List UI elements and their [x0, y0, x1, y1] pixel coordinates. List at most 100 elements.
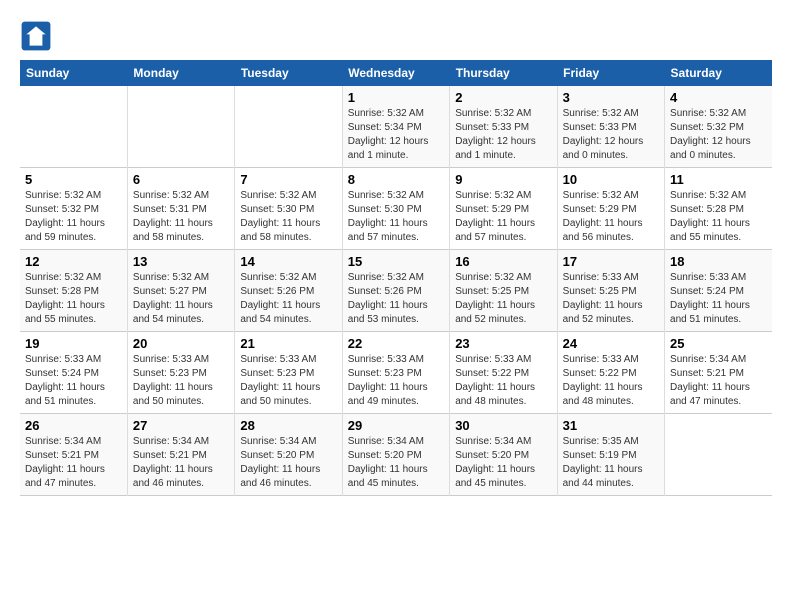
day-info: Sunrise: 5:32 AMSunset: 5:26 PMDaylight:… [240, 271, 336, 327]
weekday-saturday: Saturday [665, 60, 772, 86]
weekday-sunday: Sunday [20, 60, 127, 86]
day-number: 31 [563, 418, 659, 433]
weekday-monday: Monday [127, 60, 234, 86]
calendar-cell: 28 Sunrise: 5:34 AMSunset: 5:20 PMDayligh… [235, 414, 342, 496]
day-number: 13 [133, 254, 229, 269]
calendar-cell [235, 86, 342, 168]
day-number: 2 [455, 90, 551, 105]
day-number: 17 [563, 254, 659, 269]
calendar-cell: 7Sunrise: 5:32 AMSunset: 5:30 PMDaylight… [235, 168, 342, 250]
day-info: Sunrise: 5:32 AMSunset: 5:30 PMDaylight:… [348, 189, 444, 245]
day-number: 6 [133, 172, 229, 187]
calendar-cell: 30 Sunrise: 5:34 AMSunset: 5:20 PMDayligh… [450, 414, 557, 496]
calendar-cell [20, 86, 127, 168]
week-row-0: 1Sunrise: 5:32 AMSunset: 5:34 PMDaylight… [20, 86, 772, 168]
day-number: 5 [25, 172, 122, 187]
day-info: Sunrise: 5:32 AMSunset: 5:32 PMDaylight:… [670, 107, 767, 163]
day-info: Sunrise: 5:34 AMSunset: 5:20 PMDaylight:… [240, 435, 336, 491]
day-number: 4 [670, 90, 767, 105]
day-number: 25 [670, 336, 767, 351]
calendar-cell: 24Sunrise: 5:33 AMSunset: 5:22 PMDayligh… [557, 332, 664, 414]
day-info: Sunrise: 5:33 AMSunset: 5:23 PMDaylight:… [133, 353, 229, 409]
calendar-cell: 3 Sunrise: 5:32 AMSunset: 5:33 PMDaylight… [557, 86, 664, 168]
calendar-cell: 16 Sunrise: 5:32 AMSunset: 5:25 PMDayligh… [450, 250, 557, 332]
day-info: Sunrise: 5:32 AMSunset: 5:33 PMDaylight:… [563, 107, 659, 163]
calendar-cell: 23 Sunrise: 5:33 AMSunset: 5:22 PMDayligh… [450, 332, 557, 414]
day-number: 30 [455, 418, 551, 433]
week-row-1: 5 Sunrise: 5:32 AMSunset: 5:32 PMDaylight… [20, 168, 772, 250]
calendar-cell: 14 Sunrise: 5:32 AMSunset: 5:26 PMDayligh… [235, 250, 342, 332]
day-info: Sunrise: 5:32 AMSunset: 5:25 PMDaylight:… [455, 271, 551, 327]
calendar-cell: 6 Sunrise: 5:32 AMSunset: 5:31 PMDaylight… [127, 168, 234, 250]
calendar-cell [665, 414, 772, 496]
calendar-cell: 27Sunrise: 5:34 AMSunset: 5:21 PMDayligh… [127, 414, 234, 496]
day-number: 14 [240, 254, 336, 269]
day-info: Sunrise: 5:34 AMSunset: 5:20 PMDaylight:… [455, 435, 551, 491]
day-number: 1 [348, 90, 444, 105]
weekday-friday: Friday [557, 60, 664, 86]
day-number: 19 [25, 336, 122, 351]
day-number: 29 [348, 418, 444, 433]
day-number: 20 [133, 336, 229, 351]
day-info: Sunrise: 5:33 AMSunset: 5:25 PMDaylight:… [563, 271, 659, 327]
calendar-cell: 5 Sunrise: 5:32 AMSunset: 5:32 PMDaylight… [20, 168, 127, 250]
day-info: Sunrise: 5:33 AMSunset: 5:24 PMDaylight:… [25, 353, 122, 409]
week-row-4: 26Sunrise: 5:34 AMSunset: 5:21 PMDayligh… [20, 414, 772, 496]
day-number: 8 [348, 172, 444, 187]
calendar-cell: 9 Sunrise: 5:32 AMSunset: 5:29 PMDaylight… [450, 168, 557, 250]
calendar-cell: 4 Sunrise: 5:32 AMSunset: 5:32 PMDaylight… [665, 86, 772, 168]
day-info: Sunrise: 5:34 AMSunset: 5:20 PMDaylight:… [348, 435, 444, 491]
calendar-cell: 19 Sunrise: 5:33 AMSunset: 5:24 PMDayligh… [20, 332, 127, 414]
week-row-2: 12Sunrise: 5:32 AMSunset: 5:28 PMDayligh… [20, 250, 772, 332]
calendar-cell: 15 Sunrise: 5:32 AMSunset: 5:26 PMDayligh… [342, 250, 449, 332]
calendar-cell: 20 Sunrise: 5:33 AMSunset: 5:23 PMDayligh… [127, 332, 234, 414]
day-number: 3 [563, 90, 659, 105]
week-row-3: 19 Sunrise: 5:33 AMSunset: 5:24 PMDayligh… [20, 332, 772, 414]
weekday-header-row: SundayMondayTuesdayWednesdayThursdayFrid… [20, 60, 772, 86]
day-info: Sunrise: 5:33 AMSunset: 5:22 PMDaylight:… [455, 353, 551, 409]
day-number: 22 [348, 336, 444, 351]
weekday-tuesday: Tuesday [235, 60, 342, 86]
day-number: 28 [240, 418, 336, 433]
page-header [20, 20, 772, 52]
calendar-cell: 8 Sunrise: 5:32 AMSunset: 5:30 PMDaylight… [342, 168, 449, 250]
day-number: 10 [563, 172, 659, 187]
logo [20, 20, 56, 52]
calendar-cell: 2 Sunrise: 5:32 AMSunset: 5:33 PMDaylight… [450, 86, 557, 168]
day-info: Sunrise: 5:32 AMSunset: 5:27 PMDaylight:… [133, 271, 229, 327]
day-info: Sunrise: 5:32 AMSunset: 5:32 PMDaylight:… [25, 189, 122, 245]
calendar-cell [127, 86, 234, 168]
calendar-cell: 12Sunrise: 5:32 AMSunset: 5:28 PMDayligh… [20, 250, 127, 332]
calendar-cell: 17 Sunrise: 5:33 AMSunset: 5:25 PMDayligh… [557, 250, 664, 332]
day-info: Sunrise: 5:33 AMSunset: 5:23 PMDaylight:… [240, 353, 336, 409]
day-info: Sunrise: 5:32 AMSunset: 5:31 PMDaylight:… [133, 189, 229, 245]
calendar-body: 1Sunrise: 5:32 AMSunset: 5:34 PMDaylight… [20, 86, 772, 496]
day-number: 16 [455, 254, 551, 269]
day-number: 15 [348, 254, 444, 269]
day-number: 11 [670, 172, 767, 187]
day-number: 9 [455, 172, 551, 187]
day-info: Sunrise: 5:33 AMSunset: 5:24 PMDaylight:… [670, 271, 767, 327]
day-info: Sunrise: 5:32 AMSunset: 5:29 PMDaylight:… [455, 189, 551, 245]
day-info: Sunrise: 5:33 AMSunset: 5:23 PMDaylight:… [348, 353, 444, 409]
calendar-cell: 22 Sunrise: 5:33 AMSunset: 5:23 PMDayligh… [342, 332, 449, 414]
day-number: 24 [563, 336, 659, 351]
day-info: Sunrise: 5:35 AMSunset: 5:19 PMDaylight:… [563, 435, 659, 491]
day-number: 18 [670, 254, 767, 269]
calendar-cell: 29 Sunrise: 5:34 AMSunset: 5:20 PMDayligh… [342, 414, 449, 496]
calendar-table: SundayMondayTuesdayWednesdayThursdayFrid… [20, 60, 772, 496]
calendar-cell: 13 Sunrise: 5:32 AMSunset: 5:27 PMDayligh… [127, 250, 234, 332]
day-info: Sunrise: 5:32 AMSunset: 5:26 PMDaylight:… [348, 271, 444, 327]
calendar-cell: 26Sunrise: 5:34 AMSunset: 5:21 PMDayligh… [20, 414, 127, 496]
calendar-cell: 31 Sunrise: 5:35 AMSunset: 5:19 PMDayligh… [557, 414, 664, 496]
day-number: 27 [133, 418, 229, 433]
logo-icon [20, 20, 52, 52]
day-number: 23 [455, 336, 551, 351]
calendar-cell: 25 Sunrise: 5:34 AMSunset: 5:21 PMDayligh… [665, 332, 772, 414]
day-number: 26 [25, 418, 122, 433]
day-info: Sunrise: 5:32 AMSunset: 5:33 PMDaylight:… [455, 107, 551, 163]
day-number: 7 [240, 172, 336, 187]
calendar-cell: 21Sunrise: 5:33 AMSunset: 5:23 PMDayligh… [235, 332, 342, 414]
weekday-wednesday: Wednesday [342, 60, 449, 86]
day-info: Sunrise: 5:34 AMSunset: 5:21 PMDaylight:… [670, 353, 767, 409]
